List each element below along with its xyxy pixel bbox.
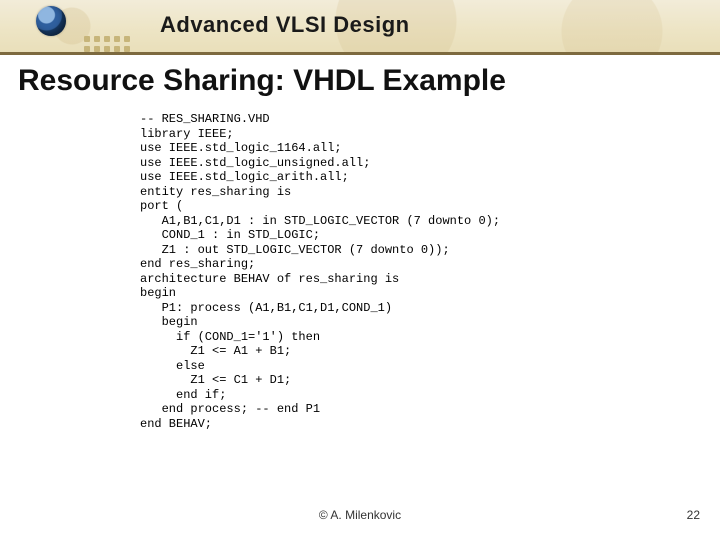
course-title: Advanced VLSI Design [160,12,410,38]
footer: © A. Milenkovic 22 [0,508,720,526]
slide: Advanced VLSI Design Resource Sharing: V… [0,0,720,540]
copyright-text: © A. Milenkovic [319,508,401,522]
dot-grid-decoration [84,36,130,52]
slide-title: Resource Sharing: VHDL Example [18,64,506,98]
header-banner: Advanced VLSI Design [0,0,720,52]
globe-icon [36,6,66,36]
page-number: 22 [687,508,700,522]
divider-line [0,52,720,55]
code-block: -- RES_SHARING.VHD library IEEE; use IEE… [140,112,680,431]
